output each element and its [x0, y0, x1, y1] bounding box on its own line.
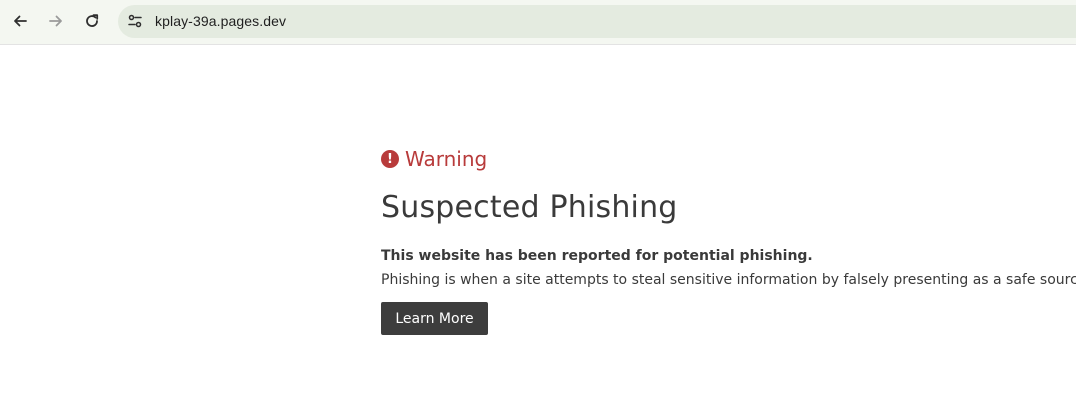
reload-icon: [86, 14, 99, 27]
back-button[interactable]: [7, 8, 33, 34]
arrow-left-icon: [14, 15, 27, 27]
phishing-warning-panel: ! Warning Suspected Phishing This websit…: [381, 145, 1076, 335]
arrow-right-icon: [49, 15, 62, 27]
site-info-button[interactable]: [124, 10, 146, 32]
warning-description: Phishing is when a site attempts to stea…: [381, 272, 1076, 288]
learn-more-button[interactable]: Learn More: [381, 302, 488, 335]
exclamation-circle-icon: !: [381, 150, 399, 168]
browser-toolbar: kplay-39a.pages.dev: [0, 0, 1076, 45]
reload-button[interactable]: [79, 8, 105, 34]
address-bar[interactable]: kplay-39a.pages.dev: [118, 5, 1076, 38]
page-title: Suspected Phishing: [381, 190, 678, 225]
warning-label: Warning: [405, 147, 488, 171]
warning-header: ! Warning: [381, 145, 1061, 173]
warning-lead-text: This website has been reported for poten…: [381, 248, 813, 264]
forward-button[interactable]: [43, 8, 69, 34]
url-text[interactable]: kplay-39a.pages.dev: [155, 13, 286, 29]
tune-icon: [128, 14, 142, 28]
